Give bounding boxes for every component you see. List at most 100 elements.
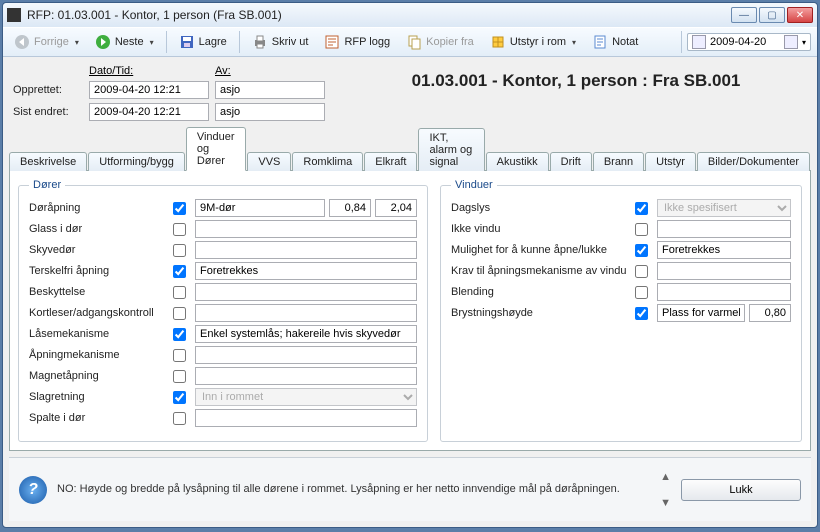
kravapn-value[interactable] bbox=[657, 262, 791, 280]
mulighet-check[interactable] bbox=[635, 244, 648, 257]
tab-akustikk[interactable]: Akustikk bbox=[486, 152, 549, 171]
apningmek-label: Åpningmekanisme bbox=[29, 349, 169, 361]
beskyttelse-value[interactable] bbox=[195, 283, 417, 301]
modified-date-field[interactable] bbox=[89, 103, 209, 121]
glass-value[interactable] bbox=[195, 220, 417, 238]
brystning-label: Brystningshøyde bbox=[451, 307, 631, 319]
apningmek-check[interactable] bbox=[173, 349, 186, 362]
tab-vinduer-dorer[interactable]: Vinduer og Dører bbox=[186, 127, 247, 171]
vinduer-fieldset: Vinduer DagslysIkke spesifisert Ikke vin… bbox=[440, 179, 802, 442]
lasemek-label: Låsemekanisme bbox=[29, 328, 169, 340]
meta-area: Dato/Tid: Av: Opprettet: Sist endret: 01… bbox=[3, 57, 817, 125]
modified-by-field[interactable] bbox=[215, 103, 325, 121]
titlebar: RFP: 01.03.001 - Kontor, 1 person (Fra S… bbox=[3, 3, 817, 27]
copy-from-button[interactable]: Kopier fra bbox=[399, 31, 481, 53]
modified-label: Sist endret: bbox=[13, 106, 83, 118]
print-button[interactable]: Skriv ut bbox=[245, 31, 316, 53]
window-title: RFP: 01.03.001 - Kontor, 1 person (Fra S… bbox=[27, 8, 731, 22]
tab-beskrivelse[interactable]: Beskrivelse bbox=[9, 152, 87, 171]
magnet-check[interactable] bbox=[173, 370, 186, 383]
print-icon bbox=[252, 34, 268, 50]
slagretning-select[interactable]: Inn i rommet bbox=[195, 388, 417, 406]
calendar-icon bbox=[692, 35, 706, 49]
chevron-down-icon: ▾ bbox=[150, 38, 154, 47]
brystning-value[interactable] bbox=[657, 304, 745, 322]
maximize-button[interactable]: ▢ bbox=[759, 7, 785, 23]
help-text: NO: Høyde og bredde på lysåpning til all… bbox=[57, 482, 650, 496]
blending-value[interactable] bbox=[657, 283, 791, 301]
save-icon bbox=[179, 34, 195, 50]
save-button[interactable]: Lagre bbox=[172, 31, 234, 53]
lasemek-value[interactable] bbox=[195, 325, 417, 343]
kortleser-value[interactable] bbox=[195, 304, 417, 322]
equipment-button[interactable]: Utstyr i rom ▾ bbox=[483, 31, 583, 53]
copy-icon bbox=[406, 34, 422, 50]
prev-button[interactable]: Forrige ▾ bbox=[7, 31, 86, 53]
spalte-check[interactable] bbox=[173, 412, 186, 425]
brystning-num[interactable] bbox=[749, 304, 791, 322]
skyvedor-label: Skyvedør bbox=[29, 244, 169, 256]
dagslys-select[interactable]: Ikke spesifisert bbox=[657, 199, 791, 217]
skyvedor-value[interactable] bbox=[195, 241, 417, 259]
doorapning-value[interactable] bbox=[195, 199, 325, 217]
brystning-check[interactable] bbox=[635, 307, 648, 320]
tab-vvs[interactable]: VVS bbox=[247, 152, 291, 171]
minimize-button[interactable]: — bbox=[731, 7, 757, 23]
doorapning-width[interactable] bbox=[329, 199, 371, 217]
ikkevindu-value[interactable] bbox=[657, 220, 791, 238]
kravapn-label: Krav til åpningsmekanisme av vindu bbox=[451, 265, 631, 277]
tab-drift[interactable]: Drift bbox=[550, 152, 592, 171]
by-header: Av: bbox=[215, 65, 325, 77]
magnet-value[interactable] bbox=[195, 367, 417, 385]
doorapning-height[interactable] bbox=[375, 199, 417, 217]
scroll-hints: ▲▼ bbox=[660, 471, 671, 509]
created-date-field[interactable] bbox=[89, 81, 209, 99]
apningmek-value[interactable] bbox=[195, 346, 417, 364]
mulighet-value[interactable] bbox=[657, 241, 791, 259]
slagretning-check[interactable] bbox=[173, 391, 186, 404]
scroll-up-icon[interactable]: ▲ bbox=[660, 471, 671, 483]
footer: ? NO: Høyde og bredde på lysåpning til a… bbox=[9, 457, 811, 521]
tab-bilder[interactable]: Bilder/Dokumenter bbox=[697, 152, 810, 171]
vinduer-legend: Vinduer bbox=[451, 179, 497, 191]
tab-romklima[interactable]: Romklima bbox=[292, 152, 363, 171]
tab-brann[interactable]: Brann bbox=[593, 152, 644, 171]
arrow-right-icon bbox=[95, 34, 111, 50]
beskyttelse-label: Beskyttelse bbox=[29, 286, 169, 298]
close-dialog-button[interactable]: Lukk bbox=[681, 479, 801, 501]
doorapning-check[interactable] bbox=[173, 202, 186, 215]
ikkevindu-label: Ikke vindu bbox=[451, 223, 631, 235]
tabstrip: Beskrivelse Utforming/bygg Vinduer og Dø… bbox=[3, 127, 817, 171]
tab-ikt[interactable]: IKT, alarm og signal bbox=[418, 128, 484, 171]
tab-elkraft[interactable]: Elkraft bbox=[364, 152, 417, 171]
close-button[interactable]: ✕ bbox=[787, 7, 813, 23]
rfp-log-button[interactable]: RFP logg bbox=[317, 31, 397, 53]
tab-body: Dører Døråpning Glass i dør Skyvedør Ter… bbox=[9, 171, 811, 451]
created-by-field[interactable] bbox=[215, 81, 325, 99]
scroll-down-icon[interactable]: ▼ bbox=[660, 497, 671, 509]
note-button[interactable]: Notat bbox=[585, 31, 645, 53]
date-input[interactable] bbox=[710, 36, 780, 48]
glass-check[interactable] bbox=[173, 223, 186, 236]
terskel-value[interactable] bbox=[195, 262, 417, 280]
date-picker[interactable]: ▾ bbox=[687, 33, 811, 51]
next-button[interactable]: Neste ▾ bbox=[88, 31, 161, 53]
terskel-check[interactable] bbox=[173, 265, 186, 278]
kortleser-label: Kortleser/adgangskontroll bbox=[29, 307, 169, 319]
lasemek-check[interactable] bbox=[173, 328, 186, 341]
dorer-fieldset: Dører Døråpning Glass i dør Skyvedør Ter… bbox=[18, 179, 428, 442]
created-label: Opprettet: bbox=[13, 84, 83, 96]
kortleser-check[interactable] bbox=[173, 307, 186, 320]
blending-check[interactable] bbox=[635, 286, 648, 299]
beskyttelse-check[interactable] bbox=[173, 286, 186, 299]
tab-utforming[interactable]: Utforming/bygg bbox=[88, 152, 185, 171]
spalte-value[interactable] bbox=[195, 409, 417, 427]
tab-utstyr[interactable]: Utstyr bbox=[645, 152, 696, 171]
skyvedor-check[interactable] bbox=[173, 244, 186, 257]
note-icon bbox=[592, 34, 608, 50]
ikkevindu-check[interactable] bbox=[635, 223, 648, 236]
calendar-icon bbox=[784, 35, 798, 49]
kravapn-check[interactable] bbox=[635, 265, 648, 278]
doorapning-label: Døråpning bbox=[29, 202, 169, 214]
dagslys-check[interactable] bbox=[635, 202, 648, 215]
